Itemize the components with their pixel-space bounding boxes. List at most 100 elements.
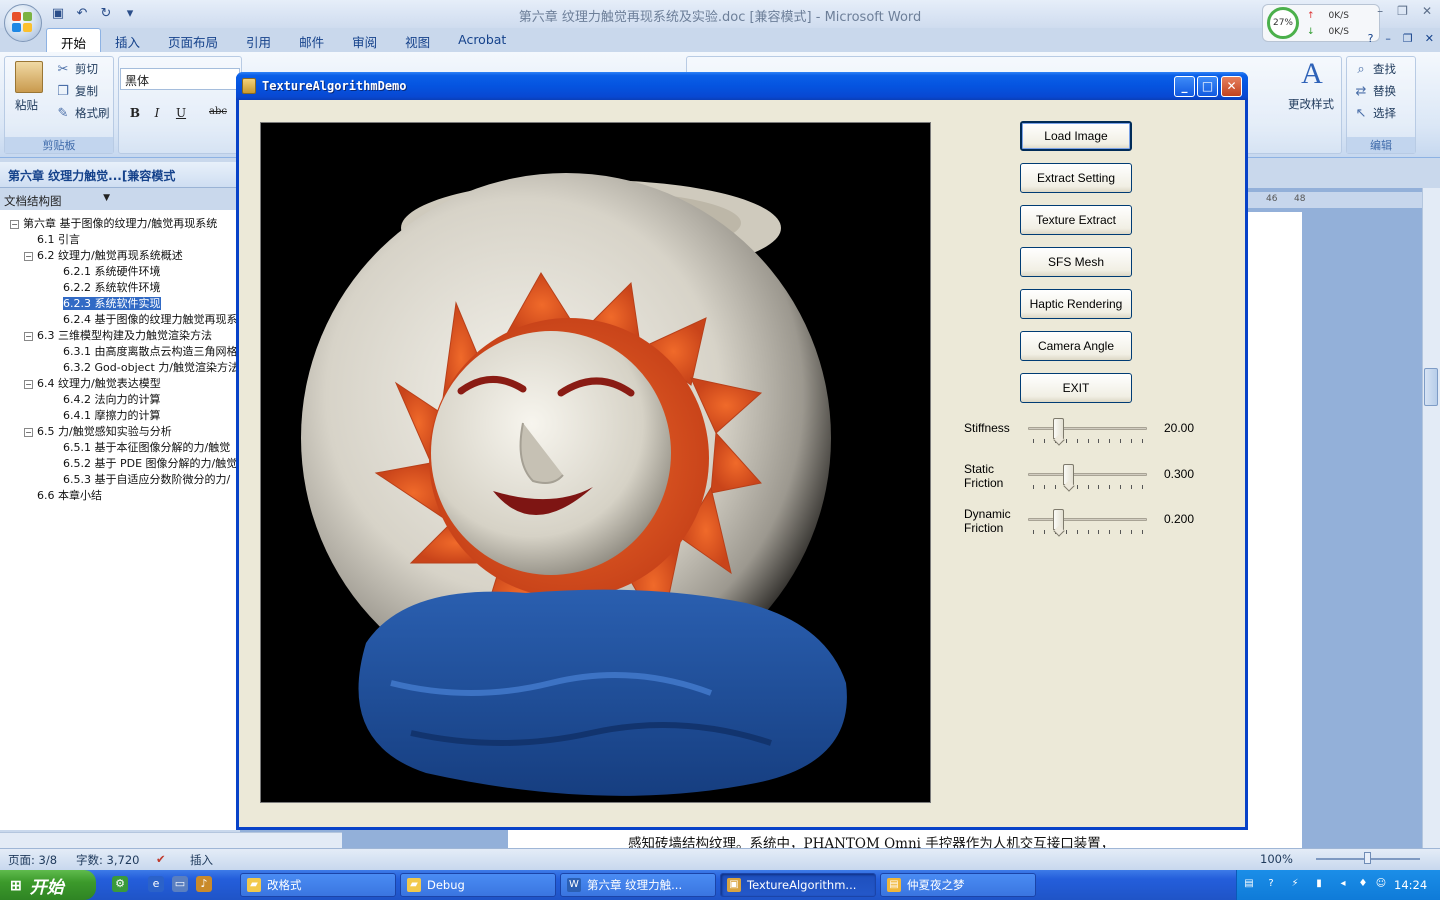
document-tab[interactable]: 第六章 纹理力触觉...[兼容模式 xyxy=(8,167,175,184)
nav-tree-item[interactable]: 6.4.2 法向力的计算 xyxy=(63,392,161,408)
nav-tree-item[interactable]: −6.2 纹理力/触觉再现系统概述 xyxy=(24,248,183,264)
nav-tree-item[interactable]: 6.4.1 摩擦力的计算 xyxy=(63,408,161,424)
taskbar-button[interactable]: ▰ 改格式 xyxy=(240,873,396,897)
select-button[interactable]: ↖ 选择 xyxy=(1353,105,1396,121)
close-icon[interactable]: ✕ xyxy=(1422,4,1432,18)
taskbar-button[interactable]: ▤ 仲夏夜之梦 xyxy=(880,873,1036,897)
nav-tree-item[interactable]: −6.4 纹理力/触觉表达模型 xyxy=(24,376,161,392)
restore-doc-icon[interactable]: ❐ xyxy=(1403,32,1413,45)
nav-tree-item[interactable]: 6.5.2 基于 PDE 图像分解的力/触觉 xyxy=(63,456,237,472)
nav-tree-item[interactable]: − 第六章 基于图像的纹理力/触觉再现系统 xyxy=(10,216,217,232)
tab-page-layout[interactable]: 页面布局 xyxy=(154,28,232,52)
page-count[interactable]: 页面: 3/8 xyxy=(8,852,57,868)
close-doc-icon[interactable]: ✕ xyxy=(1425,32,1434,45)
help-icon[interactable]: ? xyxy=(1368,32,1374,45)
vertical-scroll-thumb[interactable] xyxy=(1424,368,1438,406)
static-friction-slider[interactable] xyxy=(1028,473,1147,476)
minimize-icon[interactable]: – xyxy=(1377,4,1383,18)
collapse-toggle-icon[interactable]: − xyxy=(10,219,19,229)
camera-angle-button[interactable]: Camera Angle xyxy=(1020,331,1132,361)
replace-button[interactable]: ⇄ 替换 xyxy=(1353,83,1396,99)
dynamic-friction-slider[interactable] xyxy=(1028,518,1147,521)
nav-tree-item[interactable]: −6.3 三维模型构建及力触觉渲染方法 xyxy=(24,328,212,344)
zoom-slider-thumb[interactable] xyxy=(1364,852,1371,864)
taskbar-button[interactable]: ▣ TextureAlgorithm... xyxy=(720,873,876,897)
exit-button[interactable]: EXIT xyxy=(1020,373,1132,403)
nav-tree-item[interactable]: 6.5.1 基于本征图像分解的力/触觉 xyxy=(63,440,230,456)
collapse-toggle-icon[interactable]: − xyxy=(24,379,33,389)
nav-horizontal-scrollbar[interactable] xyxy=(0,832,342,848)
slider-thumb[interactable] xyxy=(1052,418,1064,439)
nav-tree-item[interactable]: 6.2.4 基于图像的纹理力触觉再现系 xyxy=(63,312,237,328)
collapse-toggle-icon[interactable]: − xyxy=(24,251,33,261)
proofing-icon[interactable]: ✔ xyxy=(156,852,166,866)
haptic-rendering-button[interactable]: Haptic Rendering xyxy=(1020,289,1132,319)
quicklaunch-ie-icon[interactable]: e xyxy=(148,876,164,892)
load-image-button[interactable]: Load Image xyxy=(1020,121,1132,151)
nav-tree-item[interactable]: −6.5 力/触觉感知实验与分析 xyxy=(24,424,172,440)
cut-button[interactable]: ✂ 剪切 xyxy=(55,61,98,77)
change-styles-button[interactable]: 更改样式 xyxy=(1288,96,1334,112)
nav-tree-item[interactable]: 6.3.2 God-object 力/触觉渲染方法 xyxy=(63,360,239,376)
tab-view[interactable]: 视图 xyxy=(391,28,444,52)
quicklaunch-desktop-icon[interactable]: ▭ xyxy=(172,876,188,892)
battery-icon[interactable]: ▮ xyxy=(1312,877,1326,891)
tab-home[interactable]: 开始 xyxy=(46,28,102,52)
paste-icon[interactable] xyxy=(15,61,43,93)
security-icon[interactable]: ♦ xyxy=(1356,877,1370,891)
restore-icon[interactable]: ❐ xyxy=(1397,4,1408,18)
italic-button[interactable]: I xyxy=(148,106,166,124)
tab-review[interactable]: 审阅 xyxy=(338,28,391,52)
sfs-mesh-button[interactable]: SFS Mesh xyxy=(1020,247,1132,277)
word-count[interactable]: 字数: 3,720 xyxy=(76,852,139,868)
save-icon[interactable]: ▣ xyxy=(50,6,66,22)
tab-acrobat[interactable]: Acrobat xyxy=(444,28,520,52)
keyboard-icon[interactable]: ▤ xyxy=(1242,877,1256,891)
nav-tree-item[interactable]: 6.1 引言 xyxy=(37,232,80,248)
quicklaunch-media-icon[interactable]: ♪ xyxy=(196,876,212,892)
paste-button[interactable]: 粘贴 xyxy=(15,97,38,113)
font-name-select[interactable]: 黑体 xyxy=(120,68,240,90)
minimize-doc-icon[interactable]: – xyxy=(1385,32,1391,45)
tab-insert[interactable]: 插入 xyxy=(101,28,154,52)
stiffness-slider[interactable] xyxy=(1028,427,1147,430)
collapse-toggle-icon[interactable]: − xyxy=(24,331,33,341)
format-painter-button[interactable]: ✎ 格式刷 xyxy=(55,105,110,121)
nav-pane-mode-select[interactable]: 文档结构图 ▼ xyxy=(4,193,110,209)
maximize-button[interactable]: □ xyxy=(1197,76,1218,97)
customize-qat-icon[interactable]: ▾ xyxy=(122,6,138,22)
texture-extract-button[interactable]: Texture Extract xyxy=(1020,205,1132,235)
nav-tree-item[interactable]: 6.2.2 系统软件环境 xyxy=(63,280,161,296)
volume-icon[interactable]: ◂ xyxy=(1336,877,1350,891)
quicklaunch-app-icon[interactable]: ⚙ xyxy=(112,876,128,892)
change-styles-icon[interactable]: A xyxy=(1292,58,1332,90)
insert-mode[interactable]: 插入 xyxy=(190,852,213,868)
nav-tree-item[interactable]: 6.2.1 系统硬件环境 xyxy=(63,264,161,280)
taskbar-button[interactable]: ▰ Debug xyxy=(400,873,556,897)
render-viewport[interactable] xyxy=(260,122,931,803)
bold-button[interactable]: B xyxy=(126,106,144,124)
messenger-icon[interactable]: ☺ xyxy=(1374,877,1388,891)
vertical-scrollbar[interactable] xyxy=(1422,188,1440,848)
start-button[interactable]: ⊞ 开始 xyxy=(0,870,96,900)
redo-icon[interactable]: ↻ xyxy=(98,6,114,22)
slider-thumb[interactable] xyxy=(1052,509,1064,530)
nav-tree-item[interactable]: 6.6 本章小结 xyxy=(37,488,102,504)
network-tray-icon[interactable]: ⚡ xyxy=(1288,877,1302,891)
tab-mailings[interactable]: 邮件 xyxy=(285,28,338,52)
undo-icon[interactable]: ↶ xyxy=(74,6,90,22)
slider-thumb[interactable] xyxy=(1062,464,1074,485)
extract-setting-button[interactable]: Extract Setting xyxy=(1020,163,1132,193)
close-button[interactable]: ✕ xyxy=(1221,76,1242,97)
zoom-level[interactable]: 100% xyxy=(1260,852,1293,866)
help-tray-icon[interactable]: ? xyxy=(1264,877,1278,891)
copy-button[interactable]: ❐ 复制 xyxy=(55,83,98,99)
nav-tree-item[interactable]: 6.3.1 由高度离散点云构造三角网格 xyxy=(63,344,237,360)
minimize-button[interactable]: _ xyxy=(1174,76,1195,97)
strikethrough-button[interactable]: abc xyxy=(206,106,230,124)
find-button[interactable]: ⌕ 查找 xyxy=(1353,61,1396,77)
tab-references[interactable]: 引用 xyxy=(232,28,285,52)
collapse-toggle-icon[interactable]: − xyxy=(24,427,33,437)
nav-tree-item[interactable]: 6.2.3 系统软件实现 xyxy=(62,296,162,312)
clock[interactable]: 14:24 xyxy=(1394,878,1427,892)
